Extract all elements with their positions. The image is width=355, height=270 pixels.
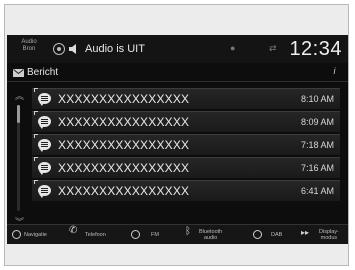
message-sender: XXXXXXXXXXXXXXXX xyxy=(58,161,190,175)
message-bubble-icon xyxy=(38,116,51,129)
settings-dot-icon: ● xyxy=(230,43,236,53)
message-sender: XXXXXXXXXXXXXXXX xyxy=(58,184,190,198)
audio-source-button[interactable]: Audio Bron xyxy=(14,39,44,53)
navigation-button[interactable]: Navigatie xyxy=(7,225,55,244)
shortcut-bar: Navigatie ✆ Telefoon FM ᛒ Bluetooth audi… xyxy=(7,224,348,244)
dab-icon xyxy=(253,230,262,239)
status-bar: Audio Bron Audio is UIT ● ⇄ 12:34 xyxy=(7,35,348,63)
audio-source-label: Audio Bron xyxy=(21,39,37,52)
bluetooth-audio-button[interactable]: ᛒ Bluetooth audio xyxy=(183,225,241,244)
display-mode-button[interactable]: ▸▸ Display- modus xyxy=(299,225,348,244)
bluetooth-audio-label: Bluetooth audio xyxy=(199,229,222,241)
dab-button[interactable]: DAB xyxy=(249,225,293,244)
audio-status-text: Audio is UIT xyxy=(85,43,145,55)
message-bubble-icon xyxy=(38,185,51,198)
dab-label: DAB xyxy=(271,232,283,238)
fm-button[interactable]: FM xyxy=(127,225,167,244)
scroll-up-icon[interactable]: ︽ xyxy=(15,89,24,102)
message-list: XXXXXXXXXXXXXXXX 8:10 AM XXXXXXXXXXXXXXX… xyxy=(32,88,340,203)
unread-marker xyxy=(34,88,38,92)
head-unit-screen: Audio Bron Audio is UIT ● ⇄ 12:34 Berich… xyxy=(7,35,348,244)
phone-icon: ✆ xyxy=(69,225,78,236)
speaker-icon xyxy=(69,44,76,54)
message-time: 6:41 AM xyxy=(300,186,334,196)
envelope-icon xyxy=(13,69,24,77)
message-time: 7:16 AM xyxy=(300,163,334,173)
navigation-icon xyxy=(12,230,21,239)
info-icon[interactable]: i xyxy=(329,66,340,77)
signal-icon: ⇄ xyxy=(269,43,277,53)
message-row[interactable]: XXXXXXXXXXXXXXXX 8:09 AM xyxy=(32,111,340,132)
unread-marker xyxy=(34,111,38,115)
unread-marker xyxy=(34,157,38,161)
unread-marker xyxy=(34,180,38,184)
unread-marker xyxy=(34,134,38,138)
display-label-line2: modus xyxy=(320,235,338,241)
message-bubble-icon xyxy=(38,93,51,106)
message-time: 7:18 AM xyxy=(300,140,334,150)
message-time: 8:09 AM xyxy=(300,117,334,127)
bluetooth-icon: ᛒ xyxy=(185,226,191,237)
clock: 12:34 xyxy=(289,38,342,60)
title-bar: Bericht i xyxy=(7,65,348,82)
message-row[interactable]: XXXXXXXXXXXXXXXX 7:16 AM xyxy=(32,157,340,178)
fm-label: FM xyxy=(151,232,159,238)
display-mode-icon: ▸▸ xyxy=(301,228,310,237)
display-mode-label: Display- modus xyxy=(319,229,339,241)
message-row[interactable]: XXXXXXXXXXXXXXXX 6:41 AM xyxy=(32,180,340,201)
navigation-label: Navigatie xyxy=(24,232,47,238)
message-sender: XXXXXXXXXXXXXXXX xyxy=(58,115,190,129)
bluetooth-label-line2: audio xyxy=(203,235,218,241)
source-icon[interactable] xyxy=(53,43,65,55)
radio-icon xyxy=(131,230,140,239)
phone-button[interactable]: ✆ Telefoon xyxy=(67,225,117,244)
scrollbar-thumb[interactable] xyxy=(17,105,20,123)
phone-label: Telefoon xyxy=(85,232,106,238)
message-row[interactable]: XXXXXXXXXXXXXXXX 7:18 AM xyxy=(32,134,340,155)
message-bubble-icon xyxy=(38,139,51,152)
message-bubble-icon xyxy=(38,162,51,175)
message-time: 8:10 AM xyxy=(300,94,334,104)
message-row[interactable]: XXXXXXXXXXXXXXXX 8:10 AM xyxy=(32,88,340,109)
scrollbar[interactable] xyxy=(17,105,20,211)
page-title: Bericht xyxy=(27,67,59,78)
message-sender: XXXXXXXXXXXXXXXX xyxy=(58,92,190,106)
message-sender: XXXXXXXXXXXXXXXX xyxy=(58,138,190,152)
